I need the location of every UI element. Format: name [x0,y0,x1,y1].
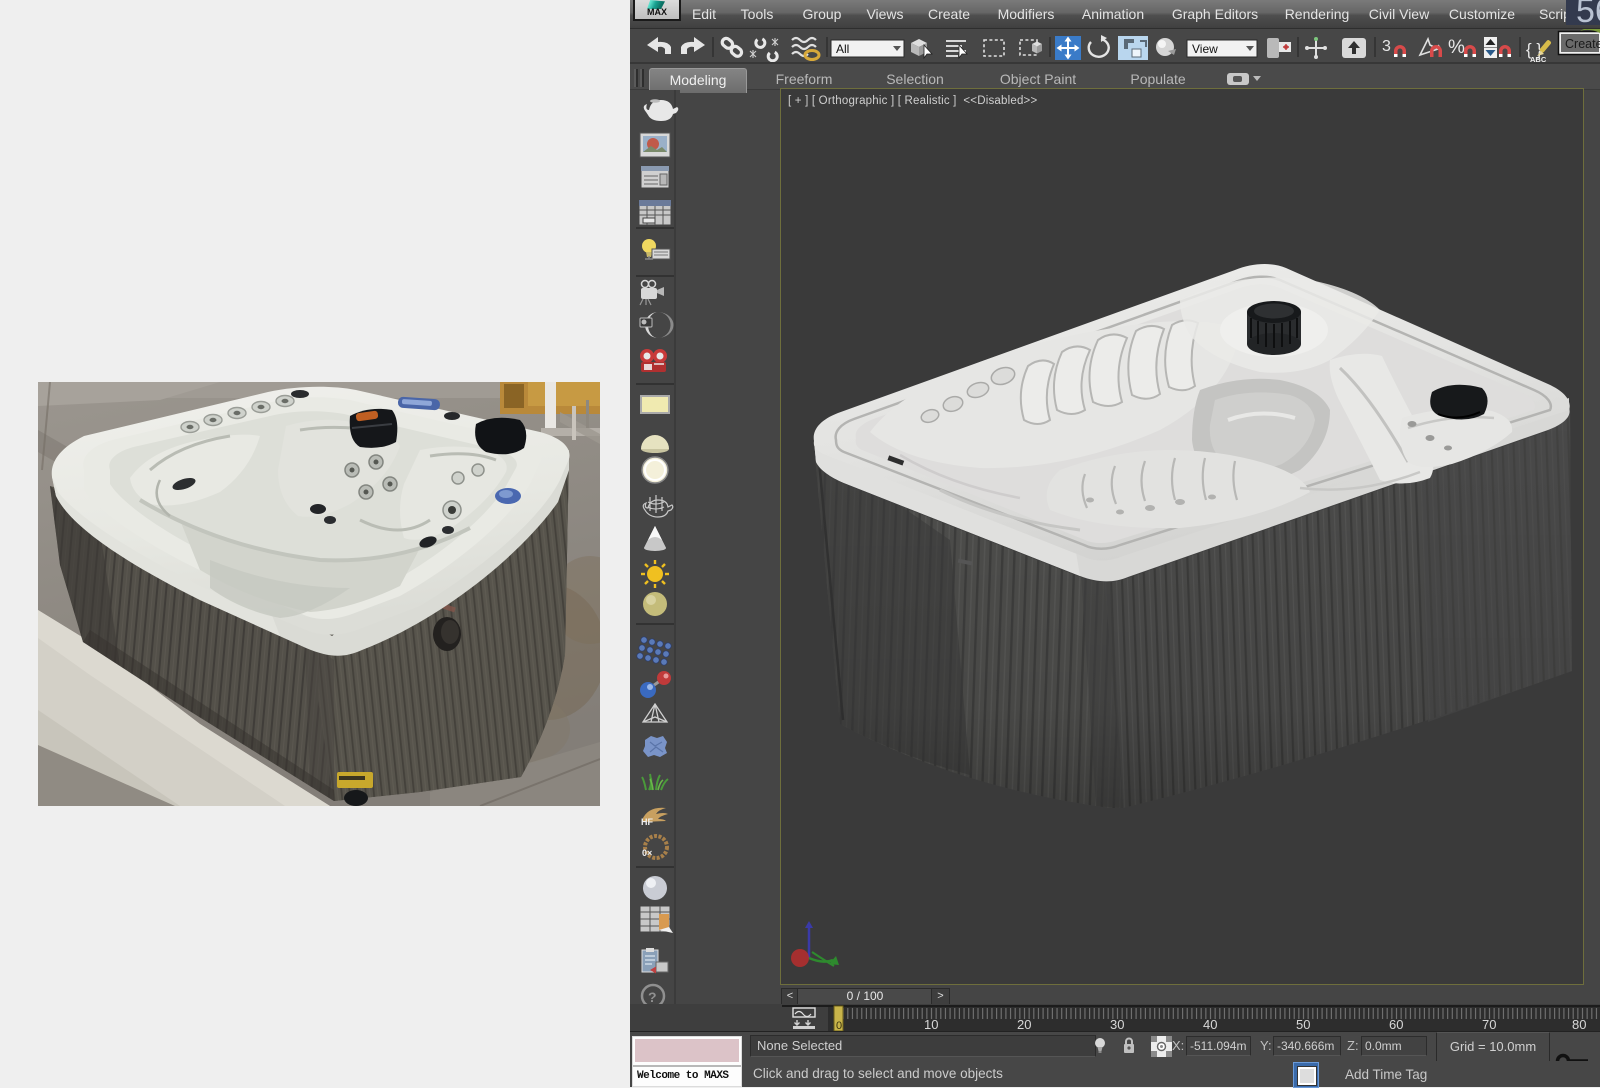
svg-text:0×: 0× [642,848,652,858]
svg-text:All: All [836,42,849,56]
svg-text:40: 40 [1203,1017,1217,1031]
svg-text:View: View [1192,42,1218,56]
svg-text:80: 80 [1572,1017,1586,1031]
svg-text:60: 60 [1389,1017,1403,1031]
svg-text:30: 30 [1110,1017,1124,1031]
svg-text:0: 0 [836,1020,842,1031]
svg-text:20: 20 [1017,1017,1031,1031]
svg-text:%: % [1448,37,1465,58]
svg-text:10: 10 [924,1017,938,1031]
svg-text:3: 3 [1382,38,1391,55]
svg-text:Create: Create [1565,37,1600,51]
svg-text:50: 50 [1296,1017,1310,1031]
svg-text:70: 70 [1482,1017,1496,1031]
svg-text:HF: HF [641,817,653,827]
